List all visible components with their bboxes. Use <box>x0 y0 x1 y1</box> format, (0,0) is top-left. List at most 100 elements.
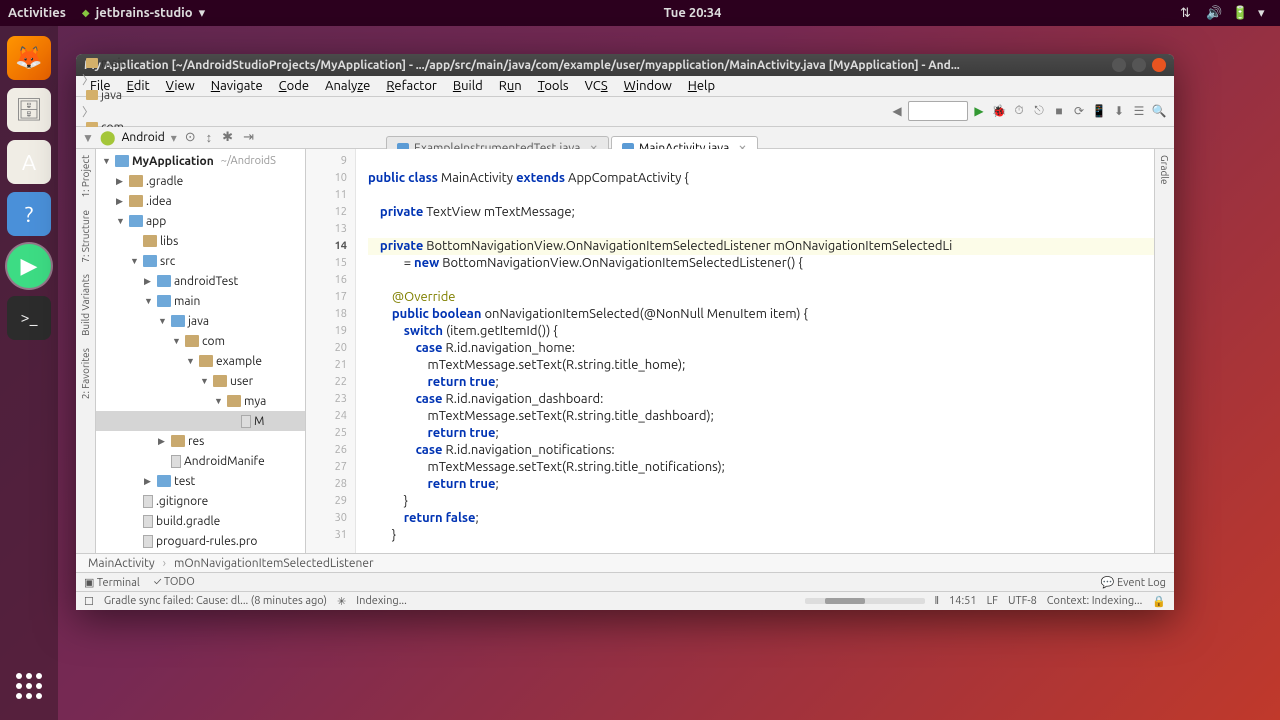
run-icon[interactable]: ▶ <box>970 102 988 120</box>
tree-node[interactable]: AndroidManife <box>96 451 305 471</box>
debug-icon[interactable]: 🐞 <box>990 102 1008 120</box>
tree-node[interactable]: ▶.idea <box>96 191 305 211</box>
tree-collapse-icon[interactable]: ▼ <box>82 131 94 145</box>
tree-node[interactable]: ▶.gradle <box>96 171 305 191</box>
flatten-icon[interactable]: ⊙ <box>183 130 198 145</box>
window-titlebar[interactable]: My Application [~/AndroidStudioProjects/… <box>76 54 1174 76</box>
cursor-position[interactable]: 14:51 <box>949 595 977 607</box>
navigation-bar: MyApplication 〉app 〉src 〉main 〉java 〉com… <box>76 97 1174 127</box>
code-editor[interactable]: 9101112131415161718192021222324252627282… <box>306 149 1154 553</box>
line-separator[interactable]: LF <box>987 595 998 607</box>
app-menu[interactable]: jetbrains-studio ▾ <box>82 6 205 21</box>
maximize-button[interactable] <box>1132 58 1146 72</box>
tree-node[interactable]: libs <box>96 231 305 251</box>
tree-node[interactable]: proguard-rules.pro <box>96 531 305 551</box>
launcher-android-studio[interactable]: ▶ <box>7 244 51 288</box>
collapse-icon[interactable]: ↕ <box>204 130 215 145</box>
tab-terminal[interactable]: ▣ Terminal <box>84 576 140 589</box>
window-title: My Application [~/AndroidStudioProjects/… <box>84 59 1112 72</box>
menu-bar: File Edit View Navigate Code Analyze Ref… <box>76 76 1174 97</box>
profile-icon[interactable]: ⏱ <box>1010 102 1028 120</box>
tree-node[interactable]: ▶androidTest <box>96 271 305 291</box>
main-area: 1: Project 7: Structure Build Variants 2… <box>76 149 1174 553</box>
menu-tools[interactable]: Tools <box>530 77 577 95</box>
bottom-tool-tabs: ▣ Terminal ✓ TODO 💬 Event Log <box>76 572 1174 591</box>
battery-icon[interactable]: 🔋 <box>1232 6 1246 20</box>
activities-button[interactable]: Activities <box>8 6 66 20</box>
network-icon[interactable]: ⇅ <box>1180 6 1194 20</box>
encoding[interactable]: UTF-8 <box>1008 595 1037 607</box>
dock: 🦊 🗄 A ? ▶ >_ <box>0 26 58 720</box>
system-top-panel: Activities jetbrains-studio ▾ Tue 20:34 … <box>0 0 1280 26</box>
left-tool-strip: 1: Project 7: Structure Build Variants 2… <box>76 149 96 553</box>
status-bar: ☐ Gradle sync failed: Cause: dl... (8 mi… <box>76 591 1174 610</box>
hide-icon[interactable]: ⇥ <box>241 130 256 145</box>
volume-icon[interactable]: 🔊 <box>1206 6 1220 20</box>
tree-node[interactable]: ▼src <box>96 251 305 271</box>
breadcrumb-item[interactable]: main <box>82 56 182 71</box>
tree-node[interactable]: ▶res <box>96 431 305 451</box>
lock-icon[interactable]: 🔒 <box>1152 595 1166 608</box>
tool-build-variants[interactable]: Build Variants <box>80 268 91 342</box>
tree-node[interactable]: ▼com <box>96 331 305 351</box>
close-button[interactable] <box>1152 58 1166 72</box>
tree-node[interactable]: ▼mya <box>96 391 305 411</box>
launcher-terminal[interactable]: >_ <box>7 296 51 340</box>
menu-build[interactable]: Build <box>445 77 491 95</box>
status-icon: ☐ <box>84 595 94 608</box>
code-breadcrumb[interactable]: MainActivity › mOnNavigationItemSelected… <box>76 553 1174 572</box>
tool-structure[interactable]: 7: Structure <box>80 204 91 269</box>
menu-run[interactable]: Run <box>491 77 530 95</box>
tool-favorites[interactable]: 2: Favorites <box>80 342 91 405</box>
tree-node[interactable]: ▼user <box>96 371 305 391</box>
settings-icon[interactable]: ✱ <box>220 130 235 145</box>
tree-node[interactable]: build.gradle <box>96 511 305 531</box>
stop-icon[interactable]: ■ <box>1050 102 1068 120</box>
menu-vcs[interactable]: VCS <box>577 77 616 95</box>
tree-node[interactable]: .gitignore <box>96 491 305 511</box>
power-icon[interactable]: ▾ <box>1258 6 1272 20</box>
menu-help[interactable]: Help <box>680 77 723 95</box>
tree-node[interactable]: ▼example <box>96 351 305 371</box>
menu-navigate[interactable]: Navigate <box>203 77 271 95</box>
launcher-firefox[interactable]: 🦊 <box>7 36 51 80</box>
progress-bar <box>805 598 925 604</box>
tree-node[interactable]: ▼java <box>96 311 305 331</box>
tool-project[interactable]: 1: Project <box>80 149 91 204</box>
tree-node[interactable]: ▼main <box>96 291 305 311</box>
gutter[interactable]: 9101112131415161718192021222324252627282… <box>306 149 356 553</box>
tab-todo[interactable]: ✓ TODO <box>154 576 195 588</box>
minimize-button[interactable] <box>1112 58 1126 72</box>
tool-gradle[interactable]: Gradle <box>1159 149 1170 191</box>
run-config-combo[interactable] <box>908 101 968 121</box>
tree-node[interactable]: ▼app <box>96 211 305 231</box>
structure-icon[interactable]: ☰ <box>1130 102 1148 120</box>
project-tree[interactable]: ▼ MyApplication ~/AndroidS ▶.gradle▶.ide… <box>96 149 306 553</box>
tab-event-log[interactable]: 💬 Event Log <box>1101 576 1166 589</box>
code-area[interactable]: public class MainActivity extends AppCom… <box>356 149 1154 553</box>
pause-icon[interactable]: ‖ <box>935 595 940 607</box>
launcher-files[interactable]: 🗄 <box>7 88 51 132</box>
nav-back-icon[interactable]: ◀ <box>888 102 906 120</box>
launcher-software[interactable]: A <box>7 140 51 184</box>
tree-root[interactable]: ▼ MyApplication ~/AndroidS <box>96 151 305 171</box>
launcher-help[interactable]: ? <box>7 192 51 236</box>
menu-window[interactable]: Window <box>616 77 680 95</box>
show-apps-button[interactable] <box>7 664 51 708</box>
sync-icon[interactable]: ⟳ <box>1070 102 1088 120</box>
tree-node[interactable]: ▶test <box>96 471 305 491</box>
menu-analyze[interactable]: Analyze <box>317 77 378 95</box>
sdk-icon[interactable]: ⬇ <box>1110 102 1128 120</box>
indexing-label: Indexing... <box>356 595 407 607</box>
status-message: Gradle sync failed: Cause: dl... (8 minu… <box>104 595 327 607</box>
breadcrumb-item[interactable]: java <box>82 88 182 103</box>
clock[interactable]: Tue 20:34 <box>205 6 1180 20</box>
project-view-label[interactable]: Android <box>122 131 165 144</box>
search-icon[interactable]: 🔍 <box>1150 102 1168 120</box>
avd-icon[interactable]: 📱 <box>1090 102 1108 120</box>
menu-refactor[interactable]: Refactor <box>378 77 445 95</box>
menu-code[interactable]: Code <box>271 77 317 95</box>
context-label: Context: Indexing... <box>1047 595 1143 607</box>
tree-node[interactable]: M <box>96 411 305 431</box>
attach-icon[interactable]: ⎋ <box>1030 102 1048 120</box>
